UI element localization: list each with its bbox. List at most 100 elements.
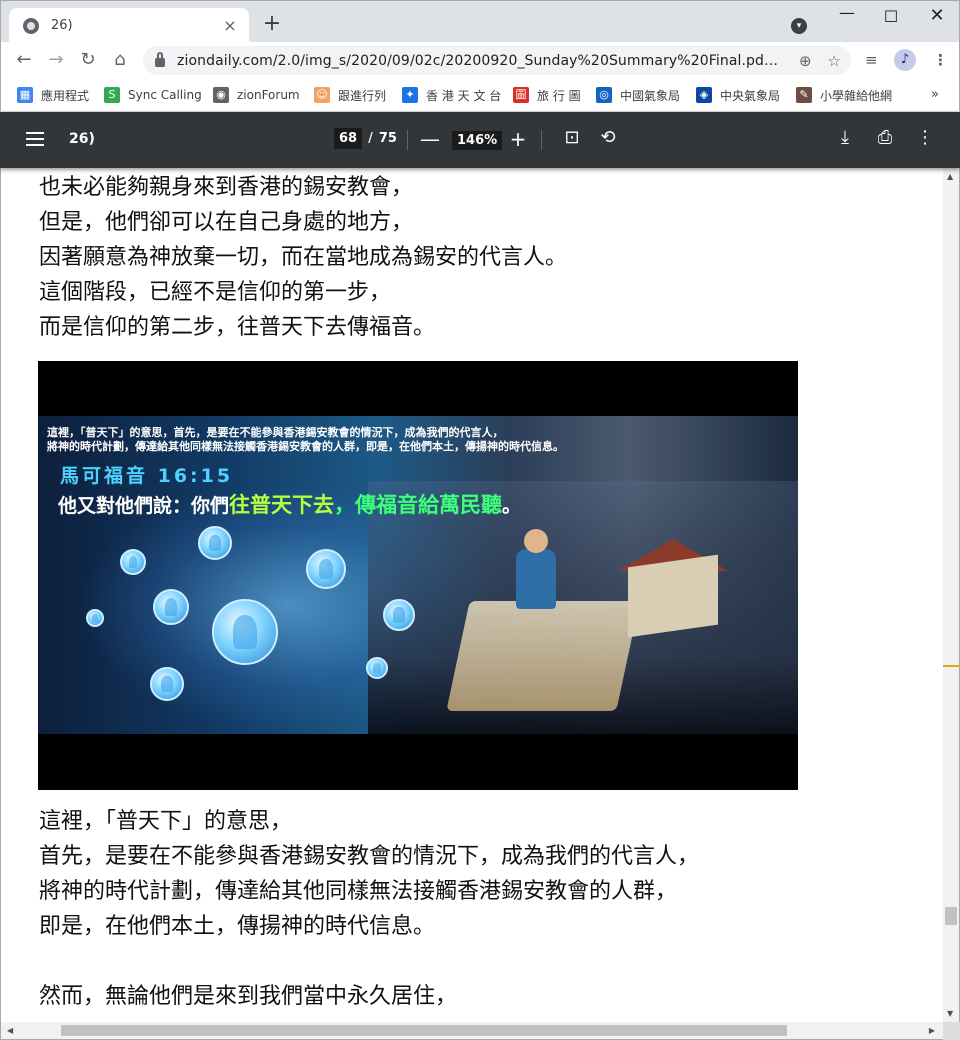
bookmark-item[interactable]: ✎ 小學雜給他網 bbox=[796, 85, 892, 105]
print-icon[interactable]: ⎙ bbox=[874, 127, 896, 148]
bookmark-label: 香 港 天 文 台 bbox=[426, 88, 502, 103]
scroll-image bbox=[446, 601, 640, 711]
bookmarks-overflow-icon[interactable]: » bbox=[931, 87, 939, 102]
doc-text-line: 即是，在他們本土，傳揚神的時代信息。 bbox=[39, 914, 436, 939]
scripture-illustration: 這裡，「普天下」的意思，首先，是要在不能參與香港錫安教會的情況下，成為我們的代言… bbox=[38, 361, 798, 790]
person-bubble bbox=[86, 609, 104, 627]
tab-strip: 26) × + ▾ — ☐ ✕ bbox=[0, 0, 960, 43]
zoom-in-button[interactable]: + bbox=[508, 128, 528, 150]
zionforum-icon: ◉ bbox=[213, 87, 229, 103]
back-arrow-icon[interactable]: ← bbox=[13, 49, 35, 71]
verse-text: 他又對他們說：你們 bbox=[58, 495, 230, 517]
verse-comma: ， bbox=[334, 493, 356, 517]
person-bubble bbox=[212, 599, 278, 665]
globe-icon bbox=[23, 17, 39, 34]
bookmark-item[interactable]: S Sync Calling bbox=[104, 85, 202, 105]
tab-title: 26) bbox=[51, 18, 73, 33]
url-text[interactable]: ziondaily.com/2.0/img_s/2020/09/02c/2020… bbox=[177, 53, 783, 69]
bookmark-item[interactable]: ▦ 應用程式 bbox=[17, 85, 89, 105]
maximize-button[interactable]: ☐ bbox=[881, 7, 901, 26]
bookmark-label: 應用程式 bbox=[41, 88, 90, 103]
bookmark-item[interactable]: ◈ 中央氣象局 bbox=[696, 85, 780, 105]
bookmark-item[interactable]: ◉ zionForum bbox=[213, 85, 300, 105]
verse-highlight: 往普天下去 bbox=[229, 493, 335, 517]
scroll-down-arrow-icon[interactable]: ▼ bbox=[947, 1009, 953, 1018]
vertical-scroll-thumb[interactable] bbox=[945, 907, 957, 925]
close-window-button[interactable]: ✕ bbox=[927, 5, 947, 26]
bookmarks-bar: ▦ 應用程式 S Sync Calling ◉ zionForum ☺ 跟進行列 ✦ 香 港 天 … bbox=[0, 78, 960, 112]
total-pages: 75 bbox=[378, 131, 397, 146]
zoom-icon[interactable]: ⊕ bbox=[799, 52, 812, 70]
tab-close-icon[interactable]: × bbox=[221, 16, 239, 35]
verse-text: 。 bbox=[502, 495, 522, 517]
fit-page-icon[interactable]: ⊡ bbox=[561, 127, 583, 148]
house-image bbox=[628, 554, 718, 638]
current-page-input[interactable]: 68 bbox=[334, 128, 363, 149]
reload-icon[interactable]: ↻ bbox=[77, 49, 99, 71]
bookmark-label: 中央氣象局 bbox=[720, 88, 781, 103]
reading-list-icon[interactable]: ≡ bbox=[865, 51, 878, 69]
scroll-up-arrow-icon[interactable]: ▲ bbox=[947, 172, 953, 181]
horizontal-scrollbar[interactable]: ◀ ▶ bbox=[0, 1022, 960, 1040]
browser-menu-icon[interactable]: ⋮ bbox=[933, 51, 948, 69]
bookmark-star-icon[interactable]: ☆ bbox=[828, 52, 841, 70]
page-indicator: 68 / 75 bbox=[334, 128, 397, 149]
rotate-icon[interactable]: ⟲ bbox=[597, 127, 619, 148]
browser-toolbar: ← → ↻ ⌂ ziondaily.com/2.0/img_s/2020/09/… bbox=[0, 42, 960, 78]
profile-avatar[interactable]: ♪ bbox=[894, 49, 916, 71]
tab-search-icon[interactable]: ▾ bbox=[791, 18, 807, 34]
figure-note-line: 將神的時代計劃，傳達給其他同樣無法接觸香港錫安教會的人群，即是，在他們本土，傳揚… bbox=[47, 440, 564, 453]
doc-text-line: 因著願意為神放棄一切，而在當地成為錫安的代言人。 bbox=[39, 245, 568, 270]
pdf-title: 26) bbox=[69, 131, 95, 147]
minimize-button[interactable]: — bbox=[837, 3, 857, 22]
bookmark-item[interactable]: ☺ 跟進行列 bbox=[314, 85, 386, 105]
doc-text-line: 首先，是要在不能參與香港錫安教會的情況下，成為我們的代言人， bbox=[39, 844, 700, 869]
bookmark-label: 中國氣象局 bbox=[620, 88, 681, 103]
doc-text-line: 而是信仰的第二步，往普天下去傳福音。 bbox=[39, 315, 436, 340]
browser-tab[interactable]: 26) × bbox=[9, 8, 249, 43]
hko-icon: ✦ bbox=[402, 87, 418, 103]
doc-text-line: 這個階段，已經不是信仰的第一步， bbox=[39, 280, 392, 305]
person-bubble bbox=[150, 667, 184, 701]
zoom-level-input[interactable]: 146% bbox=[452, 131, 503, 150]
cma-icon: ◎ bbox=[596, 87, 612, 103]
bookmark-label: 跟進行列 bbox=[338, 88, 387, 103]
horizontal-scroll-thumb[interactable] bbox=[61, 1025, 787, 1036]
bookmark-item[interactable]: 圖旅 行 圖 bbox=[513, 85, 581, 105]
school-icon: ✎ bbox=[796, 87, 812, 103]
travel-map-icon: 圖 bbox=[513, 87, 529, 103]
new-tab-button[interactable]: + bbox=[261, 13, 283, 35]
person-bubble bbox=[153, 589, 189, 625]
sync-calling-icon: S bbox=[104, 87, 120, 103]
pdf-viewer[interactable]: 也未必能夠親身來到香港的錫安教會， 但是，他們卻可以在自己身處的地方， 因著願意… bbox=[0, 168, 943, 1022]
forward-arrow-icon[interactable]: → bbox=[45, 49, 67, 71]
scroll-left-arrow-icon[interactable]: ◀ bbox=[7, 1026, 13, 1035]
download-icon[interactable]: ⤓ bbox=[834, 127, 856, 148]
doc-text-line: 將神的時代計劃，傳達給其他同樣無法接觸香港錫安教會的人群， bbox=[39, 879, 678, 904]
pdf-menu-icon[interactable] bbox=[26, 132, 44, 146]
page-separator: / bbox=[368, 131, 373, 146]
scroll-right-arrow-icon[interactable]: ▶ bbox=[929, 1026, 935, 1035]
zoom-out-button[interactable]: — bbox=[420, 128, 440, 150]
doc-text-line: 但是，他們卻可以在自己身處的地方， bbox=[39, 210, 414, 235]
cwb-icon: ◈ bbox=[696, 87, 712, 103]
person-bubble bbox=[306, 549, 346, 589]
person-bubble bbox=[120, 549, 146, 575]
toolbar-divider bbox=[407, 130, 408, 150]
search-marker bbox=[943, 665, 960, 667]
toolbar-divider bbox=[541, 130, 542, 150]
person-bubble bbox=[366, 657, 388, 679]
doc-text-line: 這裡，「普天下」的意思， bbox=[39, 809, 293, 834]
home-icon[interactable]: ⌂ bbox=[109, 49, 131, 71]
pdf-more-icon[interactable]: ⋮ bbox=[914, 127, 936, 148]
apps-grid-icon: ▦ bbox=[17, 87, 33, 103]
address-bar[interactable]: ziondaily.com/2.0/img_s/2020/09/02c/2020… bbox=[143, 46, 851, 75]
scrollbar-corner bbox=[943, 1022, 960, 1040]
vertical-scrollbar[interactable]: ▲ ▼ bbox=[943, 168, 960, 1022]
lock-icon[interactable] bbox=[155, 52, 165, 67]
bookmark-item[interactable]: ◎ 中國氣象局 bbox=[596, 85, 680, 105]
doc-text-line: 然而，無論他們是來到我們當中永久居住， bbox=[39, 984, 458, 1009]
scripture-reference: 馬可福音 16:15 bbox=[60, 465, 234, 487]
verse-highlight: 傳福音給萬民聽 bbox=[355, 493, 503, 517]
bookmark-item[interactable]: ✦ 香 港 天 文 台 bbox=[402, 85, 501, 105]
